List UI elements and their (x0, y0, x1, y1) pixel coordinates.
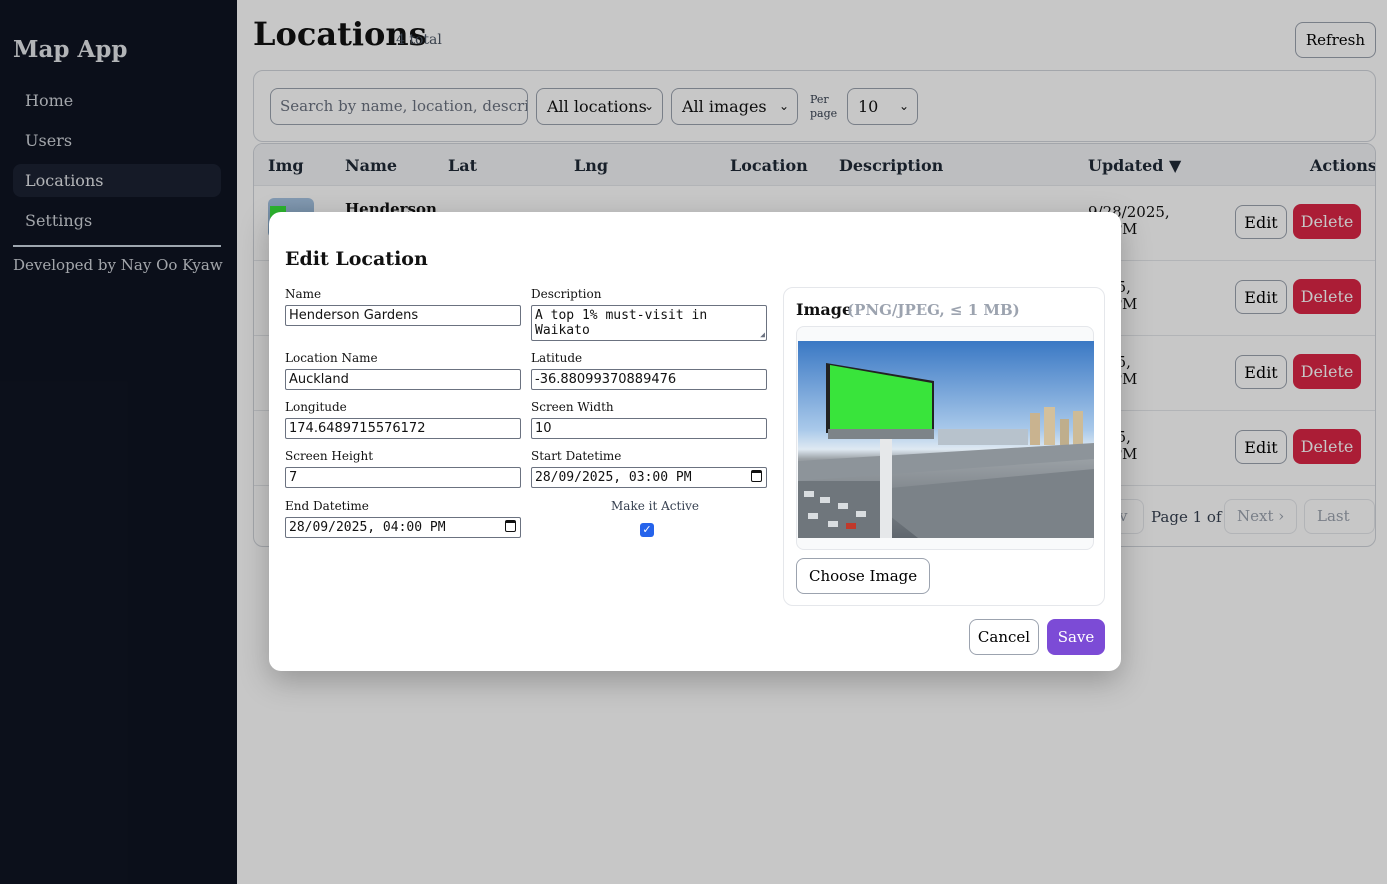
calendar-icon[interactable] (751, 470, 762, 482)
longitude-field[interactable]: 174.6489715576172 (285, 418, 521, 439)
longitude-label: Longitude (285, 400, 347, 414)
latitude-label: Latitude (531, 351, 583, 365)
name-field[interactable]: Henderson Gardens (285, 305, 521, 326)
resize-handle-icon[interactable]: ◢ (760, 331, 765, 339)
calendar-icon[interactable] (505, 520, 516, 532)
description-value: A top 1% must-visit in Waikato (535, 308, 708, 338)
choose-image-button[interactable]: Choose Image (796, 558, 931, 594)
save-button[interactable]: Save (1047, 619, 1105, 655)
start-datetime-label: Start Datetime (531, 449, 622, 463)
name-label: Name (285, 287, 322, 301)
location-name-field[interactable]: Auckland (285, 369, 521, 390)
billboard-photo (798, 341, 1094, 538)
description-label: Description (531, 287, 602, 301)
active-checkbox[interactable]: ✓ (640, 523, 654, 537)
screen-width-field[interactable]: 10 (531, 418, 767, 439)
start-datetime-field[interactable]: 28/09/2025, 03:00 PM (531, 467, 767, 488)
image-title: Image (796, 300, 853, 319)
edit-location-modal: Edit Location Name Henderson Gardens Des… (269, 212, 1121, 671)
screen-height-label: Screen Height (285, 449, 374, 463)
image-panel: Image (PNG/JPEG, ≤ 1 MB) Choose Image (783, 287, 1105, 606)
image-preview (796, 326, 1094, 550)
location-name-label: Location Name (285, 351, 378, 365)
billboard-illustration (798, 341, 1094, 538)
end-datetime-value: 28/09/2025, 04:00 PM (289, 520, 446, 535)
cancel-button[interactable]: Cancel (969, 619, 1039, 655)
modal-title: Edit Location (285, 248, 428, 270)
end-datetime-field[interactable]: 28/09/2025, 04:00 PM (285, 517, 521, 538)
active-label: Make it Active (611, 499, 700, 513)
screen-height-field[interactable]: 7 (285, 467, 521, 488)
end-datetime-label: End Datetime (285, 499, 369, 513)
screen-width-label: Screen Width (531, 400, 614, 414)
start-datetime-value: 28/09/2025, 03:00 PM (535, 470, 692, 485)
image-hint: (PNG/JPEG, ≤ 1 MB) (847, 301, 1020, 319)
description-field[interactable]: A top 1% must-visit in Waikato ◢ (531, 305, 767, 341)
latitude-field[interactable]: -36.88099370889476 (531, 369, 767, 390)
